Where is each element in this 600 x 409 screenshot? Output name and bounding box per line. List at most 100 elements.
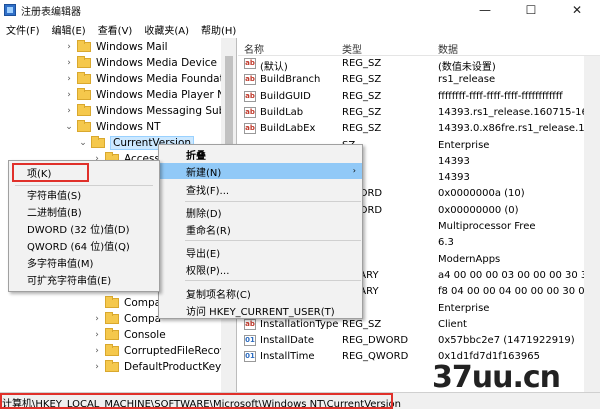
cell-data: 6.3 <box>438 237 454 249</box>
cell-name: BuildGUID <box>260 90 311 102</box>
table-row[interactable]: ab (默认) REG_SZ (数值未设置) <box>238 56 600 73</box>
expand-chevron-icon[interactable]: › <box>64 74 74 84</box>
expand-chevron-icon[interactable]: › <box>64 106 74 116</box>
cell-data: 0x00000000 (0) <box>438 204 519 216</box>
ctx-delete[interactable]: 删除(D) <box>159 204 362 220</box>
new-binary-value[interactable]: 二进制值(B) <box>9 203 159 220</box>
cell-data: Multiprocessor Free <box>438 221 536 232</box>
highlight-frame <box>0 393 393 409</box>
ctx-permissions[interactable]: 权限(P)... <box>159 261 362 277</box>
window-controls: — ☐ ✕ <box>462 0 600 20</box>
tree-item-label: Compa <box>124 313 162 325</box>
ctx-new[interactable]: 新建(N) › <box>159 163 362 179</box>
tree-item[interactable]: Compa <box>92 295 161 311</box>
list-header: 名称 类型 数据 <box>238 38 600 56</box>
cell-data: 14393 <box>438 155 470 167</box>
ctx-collapse[interactable]: 折叠 <box>159 146 362 162</box>
expand-chevron-icon[interactable]: › <box>92 346 102 356</box>
expand-chevron-icon[interactable]: › <box>92 362 102 372</box>
cell-name: InstallationType <box>260 318 339 330</box>
tree-item-label: Windows Media Foundatior <box>96 73 237 85</box>
tree-item[interactable]: › Windows Media Player NSS <box>64 87 236 103</box>
cell-type: REG_SZ <box>342 123 382 135</box>
expand-chevron-icon[interactable]: › <box>64 58 74 68</box>
cell-name: BuildLab <box>260 106 304 118</box>
folder-icon <box>105 360 119 372</box>
menu-file[interactable]: 文件(F) <box>0 22 46 37</box>
tree-item-label: DefaultProductKey <box>124 361 222 373</box>
expand-chevron-icon[interactable]: › <box>64 90 74 100</box>
column-header-type[interactable]: 类型 <box>342 41 362 56</box>
close-button[interactable]: ✕ <box>554 0 600 20</box>
tree-item[interactable]: › Console <box>92 327 166 343</box>
column-header-name[interactable]: 名称 <box>244 41 264 56</box>
list-scrollbar[interactable] <box>584 56 600 392</box>
folder-icon <box>105 312 119 324</box>
cell-data: Enterprise <box>438 302 490 314</box>
cell-data: (数值未设置) <box>438 62 496 73</box>
tree-item[interactable]: › DefaultProductKey <box>92 359 221 375</box>
cell-data: Client <box>438 318 467 330</box>
tree-item-label: Compa <box>124 297 162 309</box>
cell-type: REG_DWORD <box>342 335 409 347</box>
expand-chevron-icon[interactable]: › <box>92 314 102 324</box>
ctx-new-label: 新建(N) <box>186 167 222 179</box>
cell-data: 14393.0.x86fre.rs1_release.1607 <box>438 123 600 135</box>
binary-value-icon: 01 <box>244 335 256 347</box>
new-string-value[interactable]: 字符串值(S) <box>9 186 159 203</box>
tree-item-label: Windows Media Device Ma <box>96 57 236 69</box>
tree-item[interactable]: › CorruptedFileRecove <box>92 343 233 359</box>
submenu-arrow-icon: › <box>352 166 356 175</box>
ctx-goto-hkcu[interactable]: 访问 HKEY_CURRENT_USER(T) <box>159 302 362 318</box>
menu-edit[interactable]: 编辑(E) <box>46 22 92 37</box>
tree-item[interactable]: › Windows Media Device Ma <box>64 55 236 71</box>
table-row[interactable]: ab BuildGUID REG_SZ ffffffff-ffff-ffff-ffff… <box>238 89 600 105</box>
tree-item-label: Windows NT <box>96 121 161 133</box>
cell-data: 0x0000000a (10) <box>438 188 525 200</box>
menu-help[interactable]: 帮助(H) <box>195 22 242 37</box>
cell-data: ffffffff-ffff-ffff-ffff-ffffffffffff <box>438 90 563 102</box>
cell-data: f8 04 00 00 04 00 00 00 30 00 3 <box>438 286 600 298</box>
tree-item[interactable]: › Windows Messaging Subsy <box>64 103 236 119</box>
column-header-data[interactable]: 数据 <box>438 41 458 56</box>
tree-item-label: Windows Mail <box>96 41 168 53</box>
minimize-button[interactable]: — <box>462 0 508 20</box>
folder-icon <box>105 344 119 356</box>
cell-type: REG_SZ <box>342 74 382 86</box>
folder-icon <box>77 56 91 68</box>
table-row[interactable]: ab BuildLab REG_SZ 14393.rs1_release.160715… <box>238 105 600 121</box>
regedit-app-icon <box>4 4 16 16</box>
ctx-rename[interactable]: 重命名(R) <box>159 221 362 237</box>
menu-separator <box>185 280 361 281</box>
collapse-chevron-icon[interactable]: ⌄ <box>64 122 74 132</box>
ctx-copy-key-name[interactable]: 复制项名称(C) <box>159 285 362 301</box>
table-row[interactable]: ab BuildLabEx REG_SZ 14393.0.x86fre.rs1_rel… <box>238 121 600 137</box>
maximize-button[interactable]: ☐ <box>508 0 554 20</box>
new-multi-string-value[interactable]: 多字符串值(M) <box>9 254 159 271</box>
tree-item-label: Console <box>124 329 166 341</box>
table-row[interactable]: ab InstallationType REG_SZ Client <box>238 317 600 333</box>
expand-chevron-icon[interactable]: › <box>92 330 102 340</box>
cell-name: BuildLabEx <box>260 123 316 135</box>
cell-data: a4 00 00 00 03 00 00 00 30 30 3 <box>438 269 600 281</box>
tree-item-windows-nt[interactable]: ⌄ Windows NT <box>64 119 160 135</box>
tree-item[interactable]: › Windows Mail <box>64 39 168 55</box>
new-expandable-string-value[interactable]: 可扩充字符串值(E) <box>9 271 159 288</box>
tree-item[interactable]: › Compa <box>92 311 161 327</box>
collapse-chevron-icon[interactable]: ⌄ <box>78 138 88 148</box>
new-qword-value[interactable]: QWORD (64 位)值(Q) <box>9 237 159 254</box>
cell-type: REG_QWORD <box>342 351 409 363</box>
tree-item-label: CorruptedFileRecove <box>124 345 233 357</box>
cell-type: REG_SZ <box>342 106 382 118</box>
table-row[interactable]: 01 InstallDate REG_DWORD 0x57bbc2e7 (147192… <box>238 333 600 349</box>
new-dword-value[interactable]: DWORD (32 位)值(D) <box>9 220 159 237</box>
ctx-find[interactable]: 查找(F)... <box>159 181 362 197</box>
ctx-export[interactable]: 导出(E) <box>159 244 362 260</box>
binary-value-icon: 01 <box>244 351 256 363</box>
expand-chevron-icon[interactable]: › <box>64 42 74 52</box>
menu-view[interactable]: 查看(V) <box>92 22 139 37</box>
menu-favorites[interactable]: 收藏夹(A) <box>138 22 195 37</box>
title-bar: 注册表编辑器 — ☐ ✕ <box>0 0 600 20</box>
tree-item[interactable]: › Windows Media Foundatior <box>64 71 237 87</box>
table-row[interactable]: ab BuildBranch REG_SZ rs1_release <box>238 72 600 88</box>
